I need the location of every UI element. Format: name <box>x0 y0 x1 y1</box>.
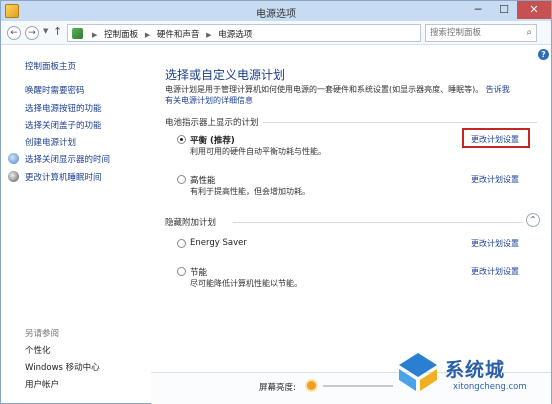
sidebar-item-sleep-time[interactable]: 更改计算机睡眠时间 <box>25 171 102 183</box>
main-content: 选择或自定义电源计划 电源计划是用于管理计算机如何使用电源的一套硬件和系统设置(… <box>151 46 551 404</box>
change-plan-settings-power-saver[interactable]: 更改计划设置 <box>471 266 519 277</box>
plan-row-high-performance: 高性能 有利于提高性能，但会增加功耗。 更改计划设置 <box>177 173 537 199</box>
sidebar: 控制面板主页 唤醒时需要密码 选择电源按钮的功能 选择关闭盖子的功能 创建电源计… <box>1 46 151 404</box>
chevron-right-icon[interactable]: ▶ <box>206 31 211 39</box>
plan-radio-high-performance[interactable] <box>177 175 186 184</box>
moon-icon <box>8 171 19 182</box>
plan-radio-power-saver[interactable] <box>177 267 186 276</box>
sidebar-item-display-off[interactable]: 选择关闭显示器的时间 <box>25 153 110 165</box>
power-options-window: 电源选项 ─ ☐ ✕ ← → ▼ ↑ ▶ 控制面板 ▶ 硬件和声音 ▶ 电源选项… <box>0 0 552 404</box>
sidebar-item-personalization[interactable]: 个性化 <box>25 344 51 356</box>
chevron-right-icon[interactable]: ▶ <box>145 31 150 39</box>
plan-name-power-saver[interactable]: 节能 <box>190 266 207 278</box>
breadcrumb-hardware-sound[interactable]: 硬件和声音 <box>157 30 200 40</box>
search-input[interactable] <box>430 25 522 41</box>
change-plan-settings-energy-saver[interactable]: 更改计划设置 <box>471 238 519 249</box>
sidebar-item-user-accounts[interactable]: 用户帐户 <box>25 378 59 390</box>
breadcrumb-power-options[interactable]: 电源选项 <box>218 30 252 40</box>
highlight-annotation-box <box>462 128 530 148</box>
maximize-button[interactable]: ☐ <box>491 1 517 19</box>
change-plan-settings-high-performance[interactable]: 更改计划设置 <box>471 174 519 185</box>
address-row: ← → ▼ ↑ ▶ 控制面板 ▶ 硬件和声音 ▶ 电源选项 ▼ ↻ ⌕ <box>1 21 551 45</box>
intro-link-details[interactable]: 有关电源计划的详细信息 <box>165 96 253 105</box>
plan-name-energy-saver[interactable]: Energy Saver <box>190 238 247 248</box>
sidebar-item-wake-password[interactable]: 唤醒时需要密码 <box>25 84 85 96</box>
monitor-icon <box>8 153 19 164</box>
plan-radio-balanced[interactable] <box>177 135 186 144</box>
sun-icon <box>307 381 316 390</box>
section-divider <box>263 122 537 123</box>
close-button[interactable]: ✕ <box>517 1 551 19</box>
battery-plans-heading: 电池指示器上显示的计划 <box>165 118 259 128</box>
breadcrumb-control-panel[interactable]: 控制面板 <box>104 30 138 40</box>
breadcrumb: ▶ 控制面板 ▶ 硬件和声音 ▶ 电源选项 <box>88 28 252 40</box>
address-bar[interactable]: ▶ 控制面板 ▶ 硬件和声音 ▶ 电源选项 ▼ ↻ <box>67 24 480 42</box>
sidebar-item-power-button[interactable]: 选择电源按钮的功能 <box>25 102 102 114</box>
intro-link-tell-me[interactable]: 告诉我 <box>486 85 510 94</box>
intro-body: 电源计划是用于管理计算机如何使用电源的一套硬件和系统设置(如显示器亮度、睡眠等)… <box>165 85 484 94</box>
see-also-heading: 另请参阅 <box>25 329 60 339</box>
brightness-label: 屏幕亮度: <box>259 383 296 393</box>
brightness-slider[interactable] <box>323 385 393 387</box>
watermark-url: xitongcheng.com <box>453 382 527 392</box>
plan-radio-energy-saver[interactable] <box>177 239 186 248</box>
up-button[interactable]: ↑ <box>53 25 62 38</box>
minimize-button[interactable]: ─ <box>465 1 491 19</box>
plan-row-power-saver: 节能 尽可能降低计算机性能以节能。 更改计划设置 <box>177 265 537 291</box>
plan-desc-power-saver: 尽可能降低计算机性能以节能。 <box>190 279 302 288</box>
forward-button[interactable]: → <box>25 26 39 40</box>
title-bar: 电源选项 ─ ☐ ✕ <box>1 1 551 21</box>
intro-text: 电源计划是用于管理计算机如何使用电源的一套硬件和系统设置(如显示器亮度、睡眠等)… <box>165 84 537 106</box>
watermark-logo-icon <box>399 353 437 391</box>
plan-desc-high-performance: 有利于提高性能，但会增加功耗。 <box>190 187 310 196</box>
plan-desc-balanced: 利用可用的硬件自动平衡功耗与性能。 <box>190 147 326 156</box>
hidden-plans-heading: 隐藏附加计划 <box>165 218 217 228</box>
search-box[interactable]: ⌕ <box>425 24 537 42</box>
sidebar-item-create-plan[interactable]: 创建电源计划 <box>25 136 76 148</box>
control-panel-icon <box>72 28 83 39</box>
plan-name-balanced[interactable]: 平衡 (推荐) <box>190 134 235 146</box>
chevron-right-icon: ▶ <box>92 31 98 39</box>
search-icon[interactable]: ⌕ <box>526 27 532 38</box>
back-button[interactable]: ← <box>7 26 21 40</box>
plan-row-energy-saver: Energy Saver 更改计划设置 <box>177 237 537 263</box>
sidebar-item-home[interactable]: 控制面板主页 <box>25 60 76 72</box>
plan-name-high-performance[interactable]: 高性能 <box>190 174 216 186</box>
sidebar-item-lid-close[interactable]: 选择关闭盖子的功能 <box>25 119 102 131</box>
watermark-text: 系统城 <box>445 359 506 381</box>
page-title: 选择或自定义电源计划 <box>165 68 286 82</box>
collapse-chevron-up-icon[interactable]: ⌃ <box>526 213 540 227</box>
recent-locations-chevron-down-icon[interactable]: ▼ <box>43 27 48 35</box>
section-divider <box>233 222 523 223</box>
sidebar-item-mobility-center[interactable]: Windows 移动中心 <box>25 361 100 373</box>
